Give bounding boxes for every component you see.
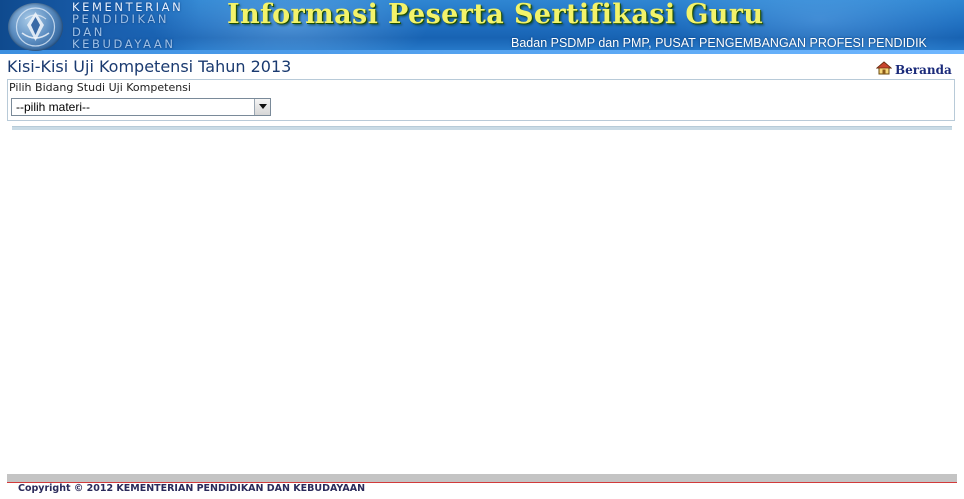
header-banner: KEMENTERIAN PENDIDIKAN DAN KEBUDAYAAN In… [0,0,964,54]
chevron-down-icon[interactable] [254,99,270,115]
copyright-text: Copyright © 2012 KEMENTERIAN PENDIDIKAN … [18,483,366,494]
subject-select-panel: Pilih Bidang Studi Uji Kompetensi --pili… [7,79,955,121]
ministry-line-4: KEBUDAYAAN [72,36,176,51]
home-link[interactable]: Beranda [875,60,952,79]
ministry-name: KEMENTERIAN PENDIDIKAN DAN KEBUDAYAAN [72,1,202,50]
ministry-line-2: PENDIDIKAN [72,12,170,27]
content-divider [12,126,952,130]
subject-select-value: --pilih materi-- [16,100,91,114]
subject-select[interactable]: --pilih materi-- [11,98,271,116]
banner-title: Informasi Peserta Sertifikasi Guru [227,0,764,30]
ministry-logo-icon [8,3,63,51]
subject-select-label: Pilih Bidang Studi Uji Kompetensi [9,81,191,94]
footer-bar [7,474,957,483]
home-link-label: Beranda [895,62,952,77]
page-title: Kisi-Kisi Uji Kompetensi Tahun 2013 [7,57,292,76]
banner-subtitle: Badan PSDMP dan PMP, PUSAT PENGEMBANGAN … [511,36,927,50]
home-icon [875,60,893,79]
